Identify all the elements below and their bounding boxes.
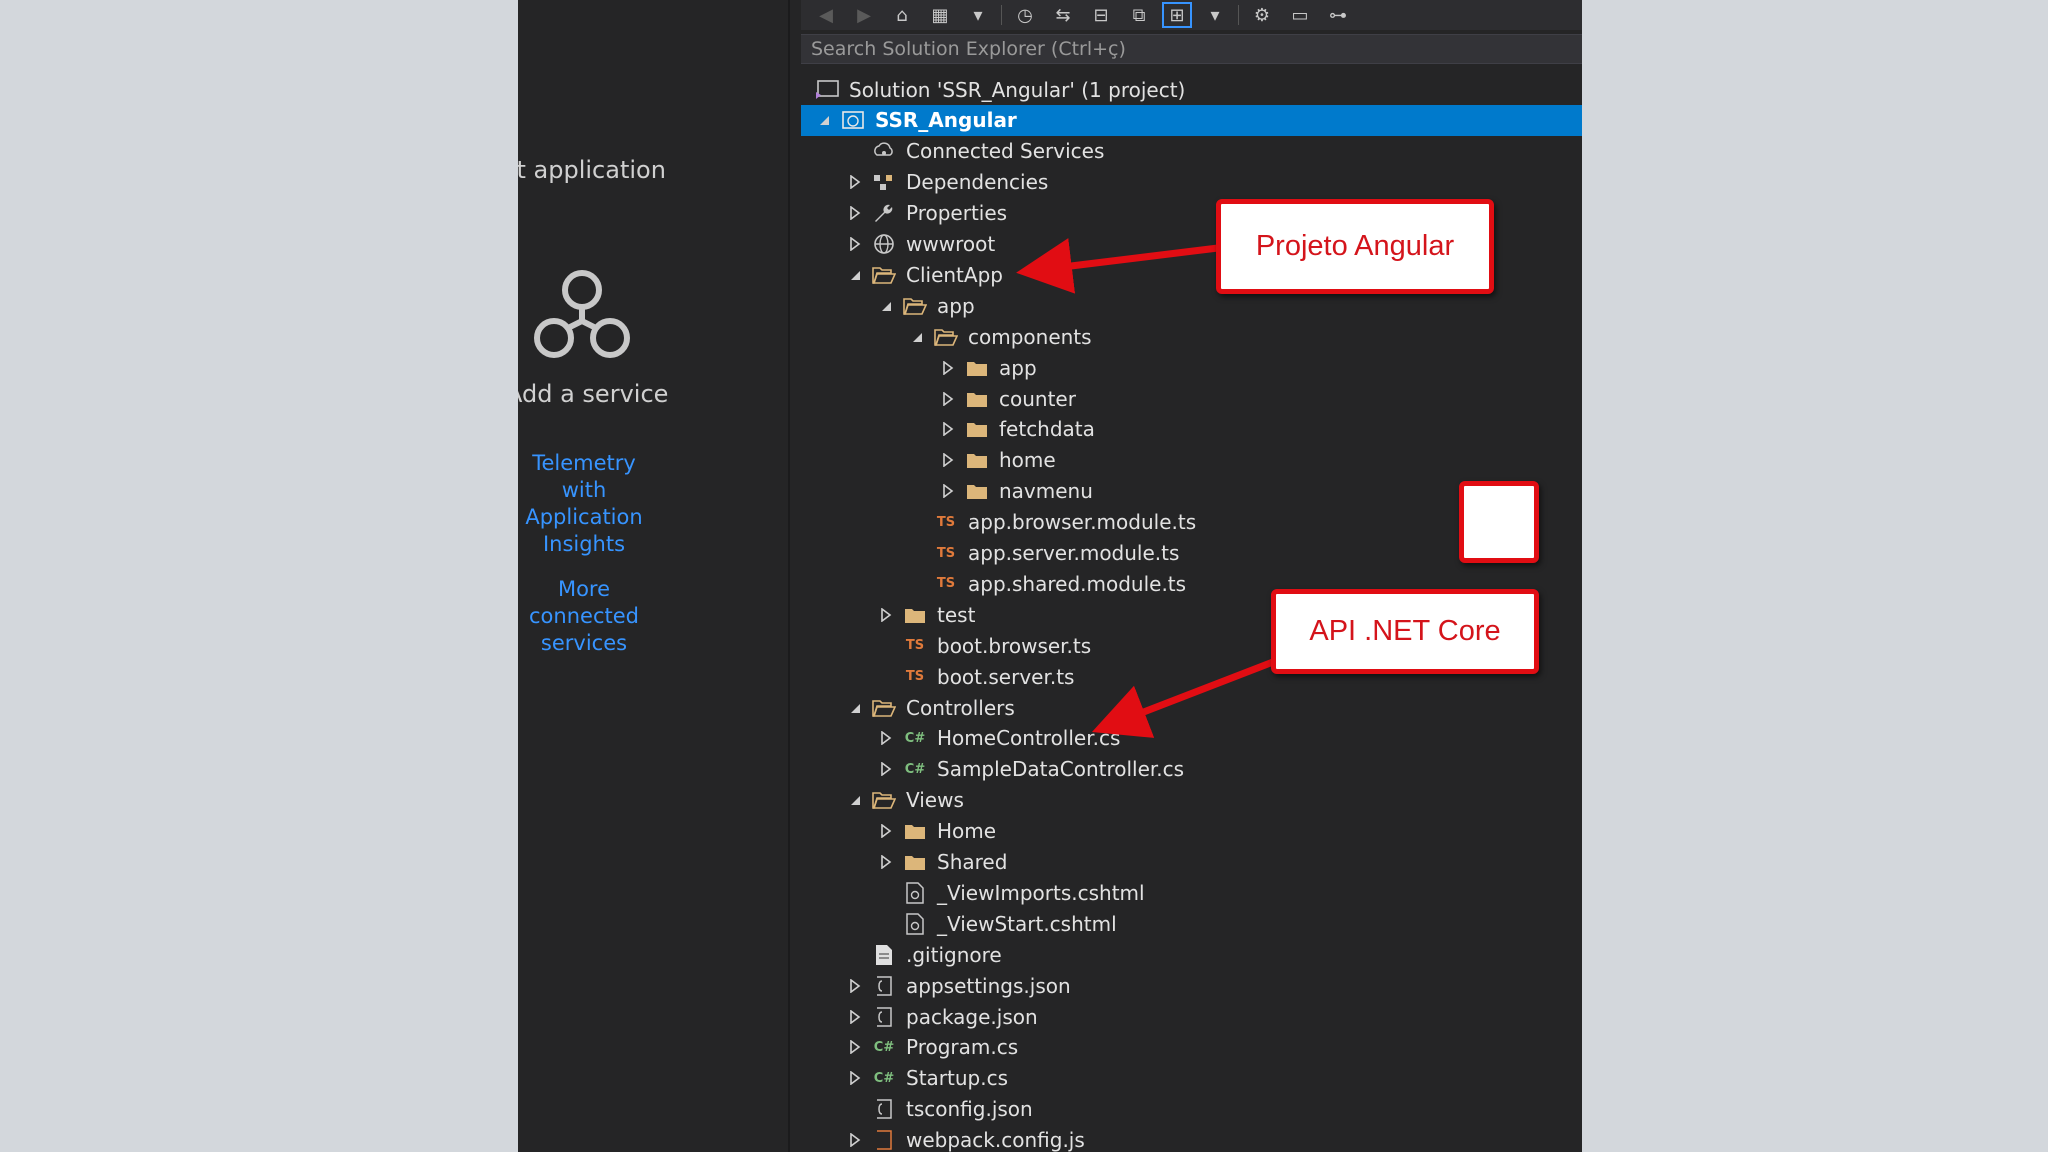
annotation-arrows (1016, 238, 1280, 738)
callout-projeto-angular: Projeto Angular (1216, 199, 1494, 294)
arrow-to-homecontroller (1091, 656, 1280, 738)
screenshot-frame: st application Add a service Telemetry w… (518, 0, 1582, 1152)
callout-api-net-core: API .NET Core (1271, 589, 1539, 674)
callout-blank-box (1459, 481, 1539, 563)
arrow-to-clientapp (1016, 238, 1219, 294)
